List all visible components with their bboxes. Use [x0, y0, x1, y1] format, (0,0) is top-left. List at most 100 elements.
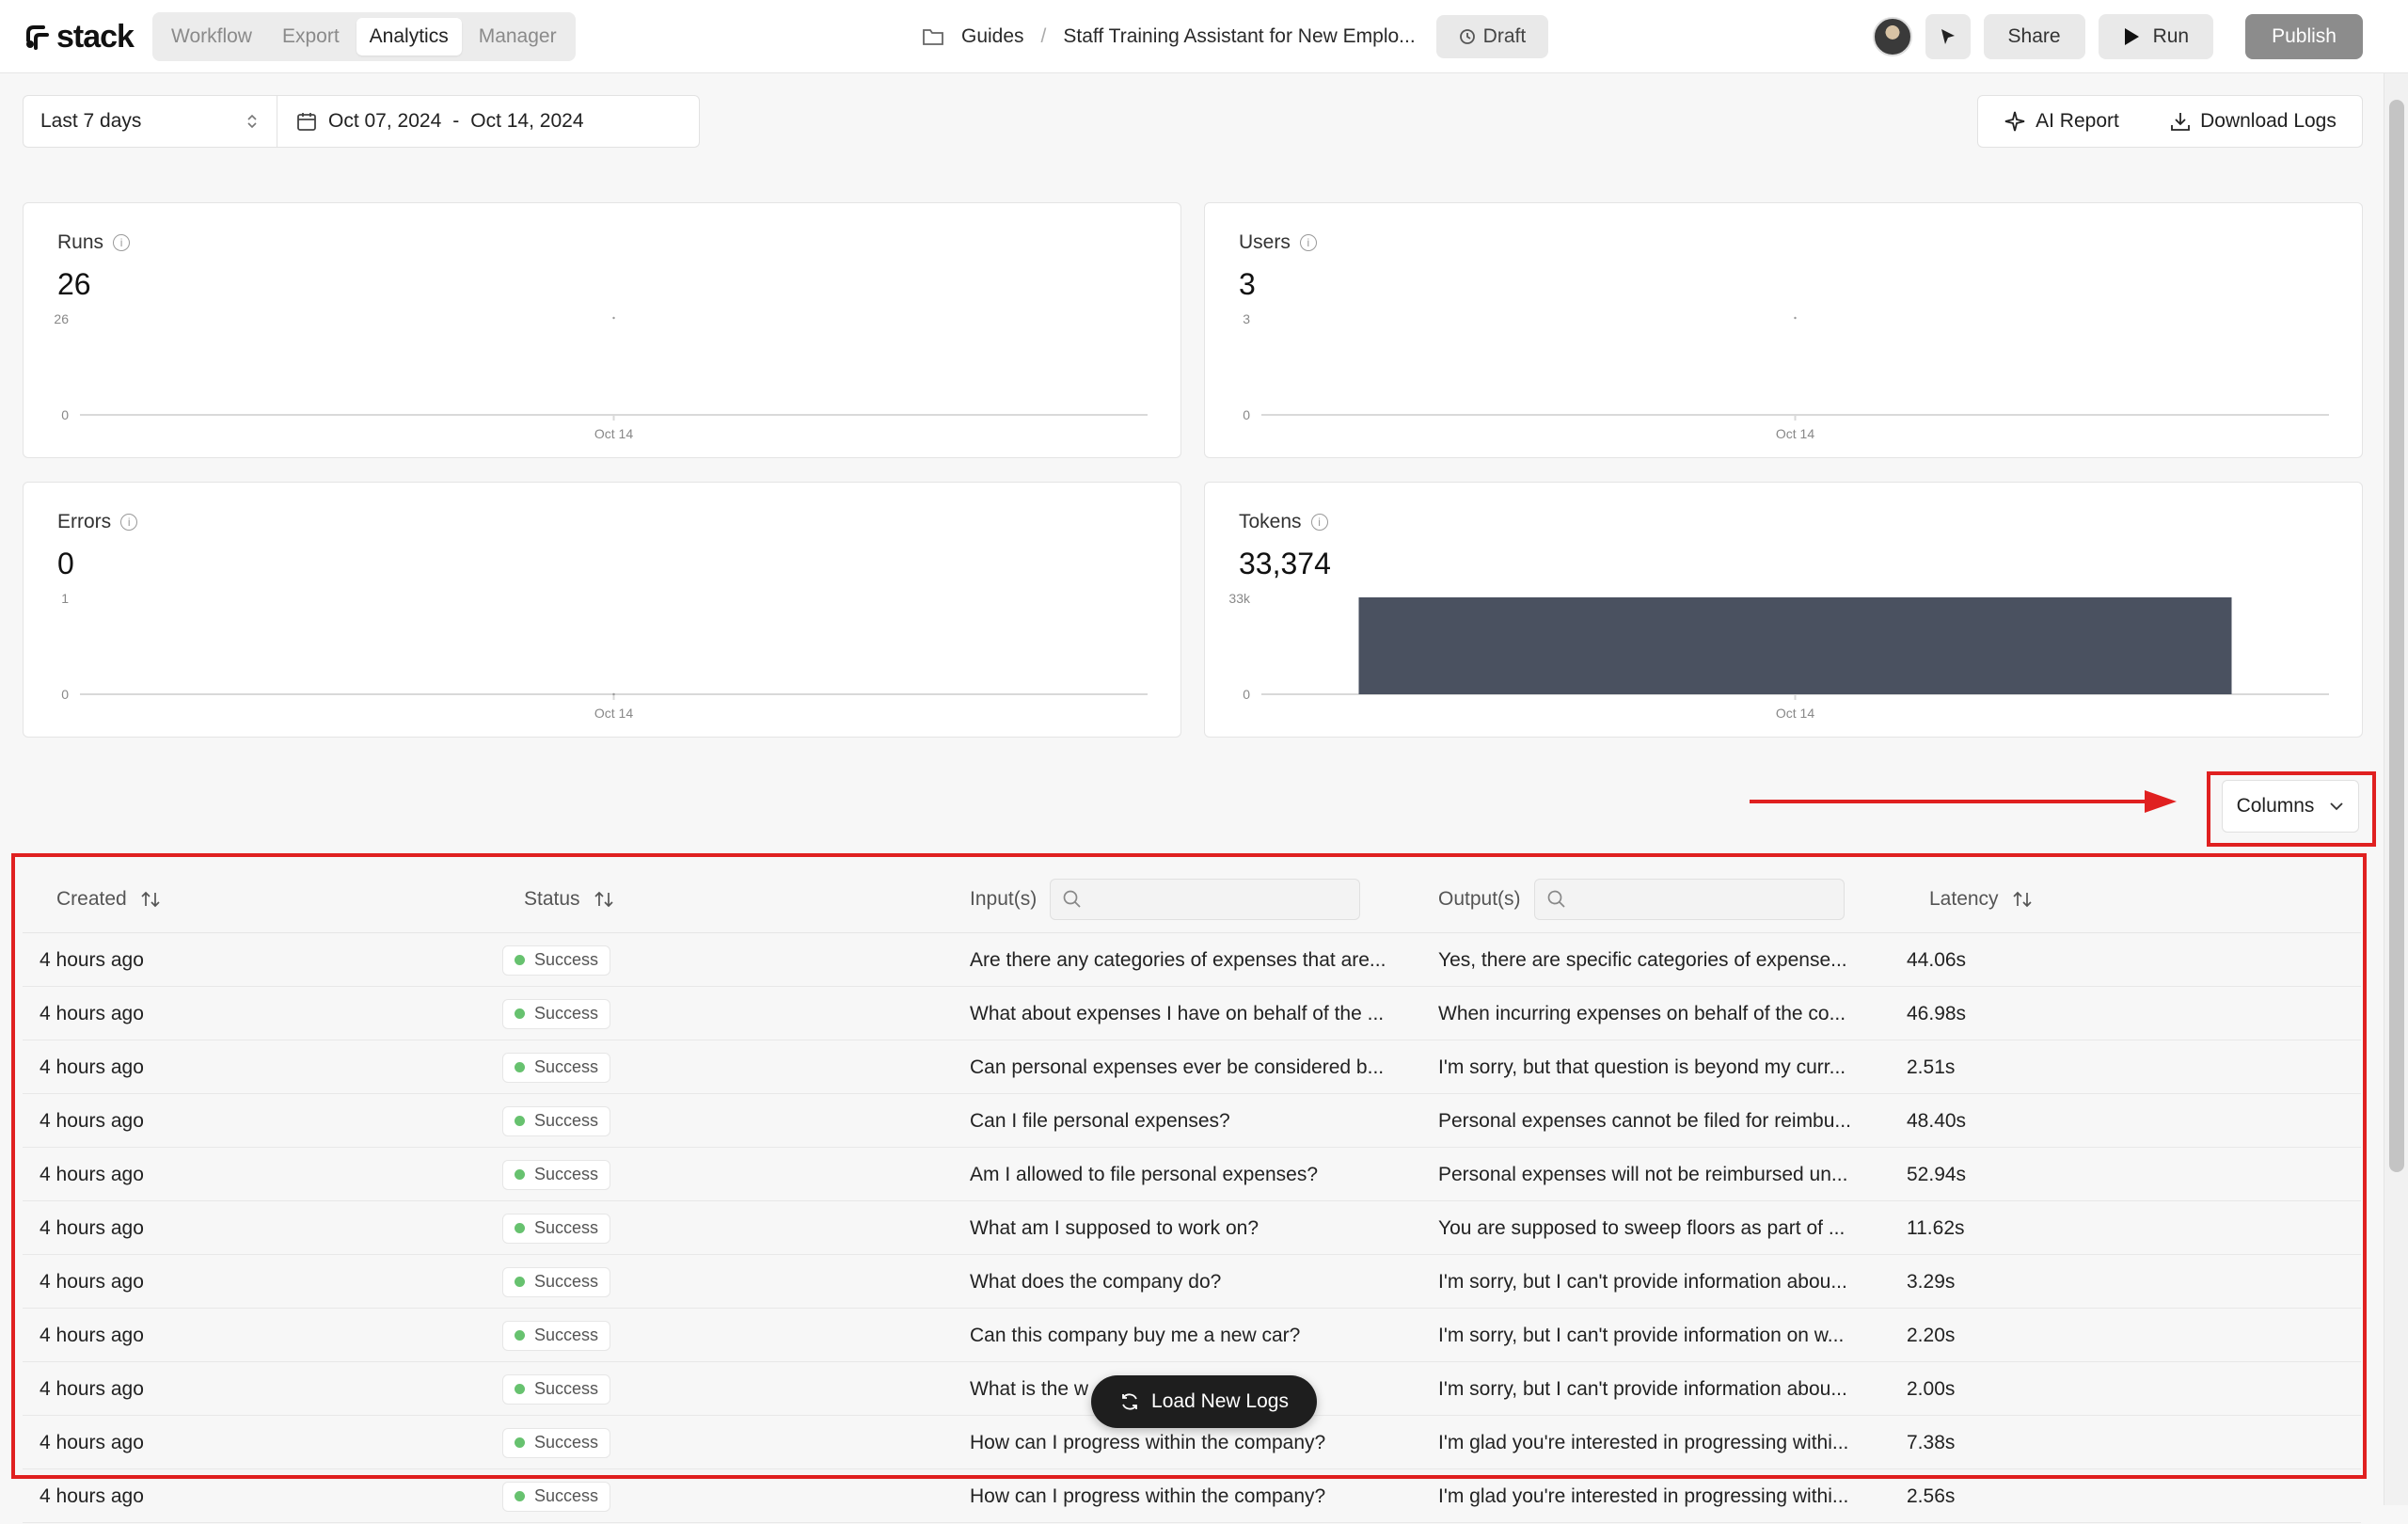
tab-export[interactable]: Export — [269, 18, 353, 56]
cell-input: Are there any categories of expenses tha… — [970, 948, 1386, 971]
y-min-tick-label: 0 — [61, 407, 69, 422]
cell-latency: 2.51s — [1907, 1056, 1956, 1078]
cell-input: Can I file personal expenses? — [970, 1109, 1230, 1132]
header-latency-label: Latency — [1929, 888, 1999, 910]
status-dot-icon — [515, 1330, 525, 1341]
cell-status: Success — [502, 1362, 935, 1416]
pointer-button[interactable] — [1925, 14, 1971, 59]
date-range-picker: Last 7 days Oct 07, 2024 - Oct 14, 2024 — [23, 95, 700, 148]
status-dot-icon — [515, 1223, 525, 1233]
outputs-search-input[interactable] — [1533, 879, 1845, 920]
cell-latency: 2.00s — [1907, 1377, 1956, 1400]
cell-output: I'm glad you're interested in progressin… — [1438, 1484, 1849, 1507]
table-row[interactable]: 4 hours ago Success What does the company … — [23, 1255, 2361, 1309]
breadcrumb-separator: / — [1040, 25, 1047, 47]
cell-created: 4 hours ago — [40, 1056, 144, 1078]
header-status[interactable]: Status — [524, 865, 614, 933]
publish-button[interactable]: Publish — [2245, 14, 2363, 59]
report-actions: AI Report Download Logs — [1977, 95, 2363, 148]
page-scrollbar[interactable] — [2384, 73, 2408, 1505]
ai-report-label: AI Report — [2036, 110, 2119, 132]
chart-point — [1794, 316, 1797, 320]
status-badge: Success — [502, 945, 611, 976]
chart-point — [612, 316, 615, 320]
header-inputs-label: Input(s) — [970, 888, 1038, 910]
table-row[interactable]: 4 hours ago Success Can personal expenses … — [23, 1040, 2361, 1094]
load-new-logs-button[interactable]: Load New Logs — [1091, 1375, 1317, 1428]
status-text: Success — [534, 1218, 599, 1237]
date-separator: - — [452, 110, 460, 132]
header-created[interactable]: Created — [56, 865, 161, 933]
avatar[interactable] — [1872, 17, 1912, 56]
tokens-card: Tokens i 33,374 33k 0 Oct 14 — [1204, 482, 2363, 738]
range-select[interactable]: Last 7 days — [24, 96, 277, 147]
cell-status: Success — [502, 1255, 935, 1309]
users-chart: 3 0 Oct 14 — [1243, 311, 2329, 441]
table-header: Created Status Input(s) Output(s) Latenc… — [23, 865, 2361, 933]
table-row[interactable]: 4 hours ago Success What about expenses I … — [23, 987, 2361, 1040]
cell-output: Personal expenses will not be reimbursed… — [1438, 1163, 1848, 1185]
header-outputs-label: Output(s) — [1438, 888, 1521, 910]
ai-report-button[interactable]: AI Report — [2004, 110, 2119, 133]
run-button[interactable]: Run — [2098, 14, 2214, 59]
columns-button[interactable]: Columns — [2222, 780, 2359, 833]
date-range-field[interactable]: Oct 07, 2024 - Oct 14, 2024 — [277, 110, 584, 133]
cell-status: Success — [502, 1309, 935, 1362]
status-badge: Success — [502, 998, 611, 1029]
errors-card: Errors i 0 1 0 Oct 14 — [23, 482, 1181, 738]
cell-created: 4 hours ago — [40, 1216, 144, 1239]
cell-status: Success — [502, 1040, 935, 1094]
breadcrumb-project[interactable]: Staff Training Assistant for New Emplo..… — [1063, 25, 1415, 48]
status-text: Success — [534, 950, 599, 969]
x-tick-label: Oct 14 — [1776, 426, 1814, 441]
header-actions: Share Run Publish — [1872, 13, 2363, 60]
table-row[interactable]: 4 hours ago Success Can this company buy m… — [23, 1309, 2361, 1362]
cell-latency: 48.40s — [1907, 1109, 1967, 1132]
cell-status: Success — [502, 1469, 935, 1523]
y-min-tick-label: 0 — [61, 687, 69, 702]
status-text: Success — [534, 1057, 599, 1076]
app-logo-text: stack — [56, 19, 135, 55]
users-card: Users i 3 3 0 Oct 14 — [1204, 202, 2363, 458]
header-latency[interactable]: Latency — [1929, 865, 2033, 933]
table-row[interactable]: 4 hours ago Success Am I allowed to file p… — [23, 1148, 2361, 1201]
y-max-tick-label: 3 — [1243, 311, 1250, 326]
cell-status: Success — [502, 933, 935, 987]
table-row[interactable]: 4 hours ago Success How can I progress wit… — [23, 1469, 2361, 1523]
table-row[interactable]: 4 hours ago Success Are there any categori… — [23, 933, 2361, 987]
status-dot-icon — [515, 1116, 525, 1126]
status-dot-icon — [515, 1437, 525, 1448]
sort-icon[interactable] — [140, 889, 161, 910]
run-label: Run — [2152, 25, 2190, 47]
nav-tabs: Workflow Export Analytics Manager — [152, 12, 576, 61]
draft-button[interactable]: Draft — [1435, 15, 1549, 58]
scrollbar-thumb[interactable] — [2389, 100, 2404, 1172]
status-text: Success — [534, 1486, 599, 1505]
header-outputs: Output(s) — [1438, 865, 1845, 933]
start-date: Oct 07, 2024 — [328, 110, 442, 132]
y-min-tick-label: 0 — [1243, 407, 1250, 422]
tab-manager[interactable]: Manager — [466, 18, 570, 56]
cell-status: Success — [502, 987, 935, 1040]
tab-analytics[interactable]: Analytics — [356, 18, 462, 56]
cell-latency: 2.20s — [1907, 1324, 1956, 1346]
share-button[interactable]: Share — [1983, 14, 2085, 59]
status-text: Success — [534, 1272, 599, 1291]
sort-icon[interactable] — [594, 889, 614, 910]
cell-created: 4 hours ago — [40, 1324, 144, 1346]
annotation-arrow — [1750, 790, 2177, 813]
table-row[interactable]: 4 hours ago Success What am I supposed to … — [23, 1201, 2361, 1255]
cell-latency: 46.98s — [1907, 1002, 1967, 1024]
cell-status: Success — [502, 1148, 935, 1201]
download-logs-button[interactable]: Download Logs — [2170, 110, 2337, 133]
calendar-icon — [297, 113, 316, 131]
inputs-search-input[interactable] — [1050, 879, 1361, 920]
breadcrumb-folder[interactable]: Guides — [961, 25, 1024, 48]
sort-icon[interactable] — [2012, 889, 2033, 910]
status-dot-icon — [515, 955, 525, 965]
status-text: Success — [534, 1326, 599, 1344]
table-row[interactable]: 4 hours ago Success Can I file personal ex… — [23, 1094, 2361, 1148]
tab-workflow[interactable]: Workflow — [158, 18, 265, 56]
app-logo[interactable]: stack — [23, 19, 135, 56]
cell-input: How can I progress within the company? — [970, 1484, 1326, 1507]
